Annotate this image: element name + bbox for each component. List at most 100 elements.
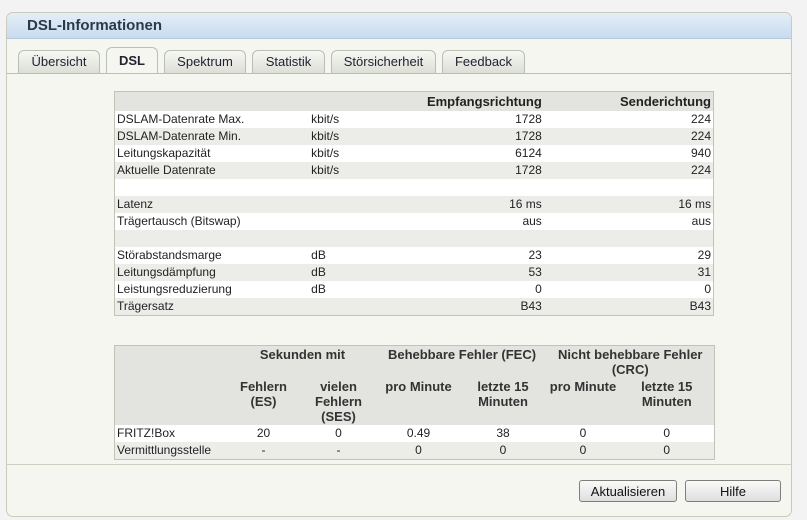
- row-empfang: 16 ms: [408, 196, 544, 213]
- row-unit: dB: [311, 282, 326, 296]
- tab-uebersicht[interactable]: Übersicht: [18, 50, 100, 73]
- row-label: [114, 230, 310, 247]
- row-empfang: 23: [528, 248, 542, 262]
- tab-statistik[interactable]: Statistik: [252, 50, 325, 73]
- row-empfang: 1728: [408, 162, 544, 179]
- row-sende: 224: [690, 112, 711, 126]
- row-label: Latenz: [114, 196, 310, 213]
- cell-crc-15: 0: [663, 426, 671, 440]
- col-es: Fehlern (ES): [227, 378, 300, 425]
- help-button[interactable]: Hilfe: [685, 480, 781, 502]
- row-empfang: B43: [408, 298, 544, 316]
- row-sende: 29: [697, 248, 711, 262]
- summary-row: Latenz 16 ms 16 ms: [114, 196, 714, 213]
- cell-crc-min: 0: [579, 426, 587, 440]
- row-unit: kbit/s: [309, 162, 409, 179]
- summary-row: DSLAM-Datenrate Min. kbit/s 1728 224: [114, 128, 714, 145]
- cell-crc-min: 0: [546, 442, 620, 460]
- dsl-content: Empfangsrichtung Senderichtung DSLAM-Dat…: [7, 74, 791, 465]
- row-sende: 224: [543, 162, 714, 179]
- summary-row: [114, 230, 714, 247]
- cell-ses: -: [299, 442, 378, 460]
- cell-fec-15: 0: [459, 442, 547, 460]
- col-fec-last-15: letzte 15 Minuten: [459, 378, 547, 425]
- summary-row: Aktuelle Datenrate kbit/s 1728 224: [114, 162, 714, 179]
- cell-ses: 0: [335, 426, 342, 440]
- dsl-summary-table: Empfangsrichtung Senderichtung DSLAM-Dat…: [114, 91, 714, 316]
- row-sende: [544, 179, 714, 196]
- row-unit: kbit/s: [309, 128, 409, 145]
- row-unit: [309, 213, 409, 230]
- cell-es: 20: [256, 426, 271, 440]
- button-bar: Aktualisieren Hilfe: [579, 480, 781, 502]
- tab-spektrum[interactable]: Spektrum: [164, 50, 246, 73]
- row-label: Vermittlungsstelle: [114, 442, 228, 460]
- row-sende: aus: [691, 214, 711, 228]
- summary-row: DSLAM-Datenrate Max. kbit/s 1728 224: [115, 111, 714, 128]
- col-fec-per-minute: pro Minute: [377, 378, 460, 425]
- row-unit: [309, 196, 409, 213]
- group-crc-header: Nicht behebbare Fehler (CRC): [546, 345, 715, 378]
- row-unit: dB: [311, 248, 326, 262]
- row-label: Leitungsdämpfung: [114, 264, 310, 281]
- row-unit: [309, 298, 409, 316]
- row-empfang: 0: [535, 282, 542, 296]
- dsl-info-window: DSL-Informationen Übersicht DSL Spektrum…: [6, 12, 792, 517]
- row-unit: kbit/s: [311, 146, 340, 160]
- group-seconds-header: Sekunden mit: [227, 345, 378, 378]
- page-title: DSL-Informationen: [7, 13, 791, 39]
- row-sende: 31: [543, 264, 714, 281]
- summary-row: [115, 179, 714, 196]
- summary-row: Leistungsreduzierung dB 0 0: [115, 281, 714, 298]
- error-row: FRITZ!Box 20 0 0.49 38 0 0: [115, 425, 715, 442]
- tab-bar: Übersicht DSL Spektrum Statistik Störsic…: [18, 47, 531, 73]
- col-senderichtung: Senderichtung: [543, 91, 714, 111]
- cell-es: -: [227, 442, 300, 460]
- summary-row: Trägersatz B43 B43: [114, 298, 714, 316]
- row-label: Leitungskapazität: [117, 146, 211, 160]
- group-fec-header: Behebbare Fehler (FEC): [377, 345, 547, 378]
- summary-header-row: Empfangsrichtung Senderichtung: [114, 91, 714, 111]
- cell-fec-15: 38: [496, 426, 510, 440]
- row-empfang: 1728: [515, 112, 542, 126]
- row-sende: [543, 230, 714, 247]
- col-crc-last-15: letzte 15 Minuten: [619, 378, 715, 425]
- row-empfang: 53: [408, 264, 544, 281]
- row-empfang: 1728: [408, 128, 544, 145]
- row-empfang: 6124: [515, 146, 542, 160]
- row-label: Trägertausch (Bitswap): [117, 214, 241, 228]
- summary-row: Störabstandsmarge dB 23 29: [115, 247, 714, 264]
- row-label: Trägersatz: [114, 298, 310, 316]
- row-unit: kbit/s: [311, 112, 340, 126]
- tab-dsl[interactable]: DSL: [106, 47, 158, 73]
- row-sende: B43: [543, 298, 714, 316]
- row-empfang: [409, 179, 544, 196]
- error-row: Vermittlungsstelle - -0 0 0 0: [114, 442, 715, 460]
- row-empfang: aus: [522, 214, 542, 228]
- summary-row: Leitungskapazität kbit/s 6124 940: [115, 145, 714, 162]
- row-unit: [309, 179, 409, 196]
- row-label: Störabstandsmarge: [117, 248, 222, 262]
- tab-feedback[interactable]: Feedback: [442, 50, 525, 73]
- cell-crc-15: 0: [619, 442, 715, 460]
- row-unit: [309, 230, 409, 247]
- row-unit: dB: [309, 264, 409, 281]
- row-label: Leistungsreduzierung: [117, 282, 232, 296]
- row-sende: 16 ms: [543, 196, 714, 213]
- row-label: DSLAM-Datenrate Max.: [117, 112, 245, 126]
- col-crc-per-minute: pro Minute: [546, 378, 620, 425]
- row-empfang: [408, 230, 544, 247]
- row-label: FRITZ!Box: [117, 426, 176, 440]
- summary-row: Trägertausch (Bitswap) aus aus: [115, 213, 714, 230]
- cell-fec-min: 0.49: [406, 426, 431, 440]
- error-stats-table: Sekunden mit Behebbare Fehler (FEC) Nich…: [114, 345, 716, 460]
- col-empfangsrichtung: Empfangsrichtung: [408, 91, 544, 111]
- row-sende: 0: [704, 282, 711, 296]
- tab-stoersicherheit[interactable]: Störsicherheit: [331, 50, 436, 73]
- col-ses: vielen Fehlern (SES): [299, 378, 378, 425]
- row-label: DSLAM-Datenrate Min.: [114, 128, 310, 145]
- refresh-button[interactable]: Aktualisieren: [579, 480, 677, 502]
- cell-fec-min: 0: [377, 442, 460, 460]
- row-sende: 224: [543, 128, 714, 145]
- row-label: [115, 179, 310, 196]
